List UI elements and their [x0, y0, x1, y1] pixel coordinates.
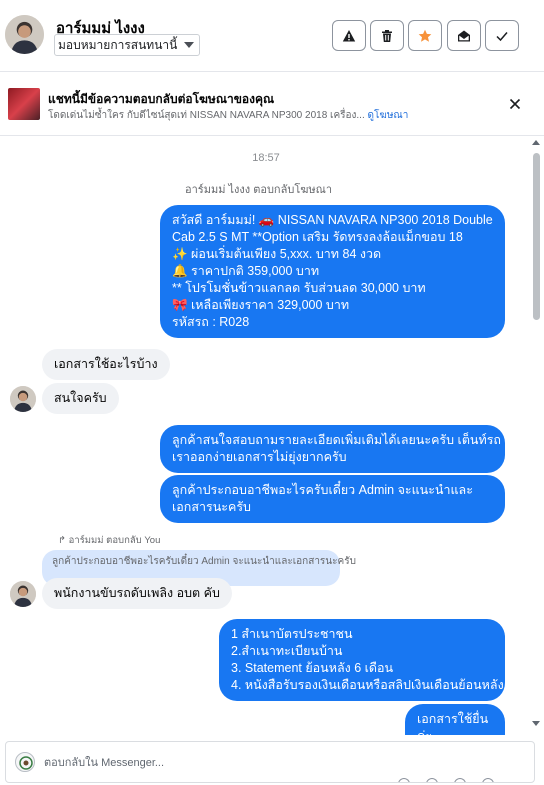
star-button[interactable]: [408, 20, 442, 51]
ad-banner-title: แชทนี้มีข้อความตอบกลับต่อโฆษณาของคุณ: [48, 92, 275, 106]
incoming-message[interactable]: เอกสารใช้อะไรบ้าง: [42, 349, 170, 380]
reply-label-text: อาร์มมม่ ตอบกลับ You: [68, 535, 161, 546]
attachment-icon[interactable]: [426, 778, 438, 782]
mark-done-button[interactable]: [485, 20, 519, 51]
message-line: รหัสรถ : R028: [172, 315, 250, 329]
message-line: ลูกค้าประกอบอาชีพอะไรครับเดี๋ยว Admin จะ…: [172, 483, 473, 497]
warning-icon: [342, 29, 356, 41]
outgoing-message[interactable]: เอกสารใช้ยื่นค่ะ: [405, 704, 505, 735]
check-icon: [496, 31, 508, 41]
scrollbar-thumb[interactable]: [533, 153, 540, 320]
message-thread[interactable]: 18:57 อาร์มมม่ ไงงง ตอบกลับโฆษณา สวัสดี …: [0, 137, 544, 735]
message-line: 4. หนังสือรับรองเงินเดือนหรือสลิปเงินเดื…: [231, 678, 504, 692]
delete-button[interactable]: [370, 20, 404, 51]
close-icon: [509, 98, 521, 110]
assign-label: มอบหมายการสนทนานี้: [58, 38, 178, 52]
ad-thumbnail[interactable]: [8, 88, 40, 120]
ad-message-bubble[interactable]: สวัสดี อาร์มมม่! 🚗 NISSAN NAVARA NP300 2…: [160, 205, 505, 338]
message-line: เอกสารนะครับ: [172, 500, 251, 514]
outgoing-message[interactable]: ลูกค้าสนใจสอบถามรายละเอียดเพิ่มเติมได้เล…: [160, 425, 505, 473]
ad-reply-label: อาร์มมม่ ไงงง ตอบกลับโฆษณา: [185, 184, 333, 196]
star-icon: [418, 29, 432, 42]
trash-icon: [382, 29, 392, 42]
mark-spam-button[interactable]: [332, 20, 366, 51]
message-line: ✨ ผ่อนเริ่มต้นเพียง 5,xxx. บาท 84 งวด: [172, 247, 382, 261]
chevron-down-icon: [184, 42, 195, 48]
reply-arrow-icon: ↱: [58, 535, 66, 546]
incoming-message[interactable]: พนักงานขับรถดับเพลิง อบต คับ: [42, 578, 232, 609]
message-composer: [5, 741, 535, 783]
message-line: 1 สำเนาบัตรประชาชน: [231, 627, 353, 641]
outgoing-message[interactable]: 1 สำเนาบัตรประชาชน 2.สำเนาทะเบียนบ้าน 3.…: [219, 619, 505, 701]
outgoing-message[interactable]: ลูกค้าประกอบอาชีพอะไรครับเดี๋ยว Admin จะ…: [160, 475, 505, 523]
person-photo-icon: [5, 15, 44, 54]
gif-icon[interactable]: [454, 778, 466, 782]
message-timestamp: 18:57: [252, 152, 280, 164]
close-banner-button[interactable]: [506, 95, 524, 113]
message-line: 3. Statement ย้อนหลัง 6 เดือน: [231, 661, 394, 675]
saved-reply-icon[interactable]: [482, 778, 494, 782]
view-ad-link[interactable]: ดูโฆษณา: [368, 110, 409, 121]
incoming-message[interactable]: สนใจครับ: [42, 383, 119, 414]
ad-banner-description: โดดเด่นไม่ซ้ำใคร กับดีไซน์สุดเท่ NISSAN …: [48, 110, 365, 121]
contact-avatar-small[interactable]: [10, 581, 36, 607]
person-photo-icon: [10, 581, 36, 607]
person-photo-icon: [10, 386, 36, 412]
message-line: 🔔 ราคาปกติ 359,000 บาท: [172, 264, 320, 278]
message-line: สวัสดี อาร์มมม่! 🚗 NISSAN NAVARA NP300 2…: [172, 213, 493, 227]
ad-banner-subtitle: โดดเด่นไม่ซ้ำใคร กับดีไซน์สุดเท่ NISSAN …: [48, 108, 408, 123]
assign-conversation-dropdown[interactable]: มอบหมายการสนทนานี้: [54, 34, 201, 56]
reply-label: ↱ อาร์มมม่ ตอบกลับ You: [58, 533, 160, 548]
ad-reply-banner: แชทนี้มีข้อความตอบกลับต่อโฆษณาของคุณ โดด…: [0, 72, 544, 136]
scroll-down-arrow-icon[interactable]: [532, 721, 540, 726]
message-line: 🎀 เหลือเพียงราคา 329,000 บาท: [172, 298, 350, 312]
messenger-reply-input[interactable]: [44, 754, 514, 772]
page-logo-icon: [19, 756, 33, 770]
mark-unread-button[interactable]: [447, 20, 481, 51]
page-avatar: [15, 752, 35, 772]
message-line: ลูกค้าสนใจสอบถามรายละเอียดเพิ่มเติมได้เล…: [172, 433, 502, 447]
scroll-up-arrow-icon[interactable]: [532, 140, 540, 145]
message-line: เราออกง่ายเอกสารไม่ยุ่งยากครับ: [172, 450, 347, 464]
contact-avatar-small[interactable]: [10, 386, 36, 412]
contact-avatar[interactable]: [5, 15, 44, 54]
message-line: ** โปรโมชั่นข้าวแลกลด รับส่วนลด 30,000 บ…: [172, 281, 426, 295]
conversation-header: อาร์มมม่ ไงงง มอบหมายการสนทนานี้: [0, 0, 544, 72]
emoji-icon[interactable]: [398, 778, 410, 782]
message-line: Cab 2.5 S MT **Option เสริม รัดทรงลงล้อแ…: [172, 230, 463, 244]
envelope-open-icon: [458, 30, 470, 41]
message-line: 2.สำเนาทะเบียนบ้าน: [231, 644, 343, 658]
